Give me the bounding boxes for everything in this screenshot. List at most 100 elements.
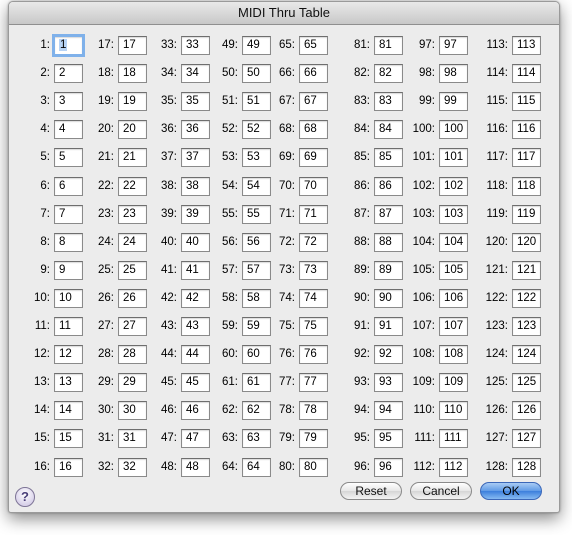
channel-input[interactable]: 106 — [439, 288, 468, 308]
channel-input[interactable]: 118 — [512, 176, 541, 196]
channel-input[interactable]: 111 — [439, 428, 468, 448]
channel-input[interactable]: 69 — [299, 147, 328, 167]
thru-table-cell: 83: 83 — [330, 91, 403, 111]
channel-input[interactable]: 116 — [512, 119, 541, 139]
thru-table-cell: 123: 123 — [468, 316, 541, 336]
channel-input[interactable]: 113 — [512, 35, 541, 55]
channel-input[interactable]: 72 — [299, 232, 328, 252]
channel-input[interactable]: 108 — [439, 344, 468, 364]
channel-input[interactable]: 119 — [512, 204, 541, 224]
channel-input[interactable]: 76 — [299, 344, 328, 364]
channel-input[interactable]: 67 — [299, 91, 328, 111]
thru-table-cell: 103: 103 — [395, 204, 468, 224]
channel-input[interactable]: 65 — [299, 35, 328, 55]
channel-label: 47: — [161, 432, 177, 444]
thru-table-cell: 5: 5 — [10, 147, 83, 167]
channel-label: 82: — [354, 67, 370, 79]
channel-input[interactable]: 97 — [439, 35, 468, 55]
channel-input[interactable]: 73 — [299, 260, 328, 280]
thru-table-cell: 74: 74 — [255, 288, 328, 308]
channel-input[interactable]: 114 — [512, 63, 541, 83]
channel-input[interactable]: 78 — [299, 400, 328, 420]
channel-label: 2: — [40, 67, 50, 79]
thru-table-cell: 81: 81 — [330, 35, 403, 55]
channel-input[interactable]: 127 — [512, 428, 541, 448]
channel-label: 90: — [354, 292, 370, 304]
channel-label: 10: — [34, 292, 50, 304]
channel-label: 6: — [40, 180, 50, 192]
thru-table-cell: 4: 4 — [10, 119, 83, 139]
channel-input[interactable]: 128 — [512, 457, 541, 477]
channel-input[interactable]: 66 — [299, 63, 328, 83]
channel-input[interactable]: 120 — [512, 232, 541, 252]
channel-input[interactable]: 79 — [299, 428, 328, 448]
channel-label: 15: — [34, 432, 50, 444]
channel-label: 96: — [354, 461, 370, 473]
thru-table-cell: 114: 114 — [468, 63, 541, 83]
channel-label: 72: — [279, 236, 295, 248]
channel-label: 7: — [40, 208, 50, 220]
ok-button[interactable]: OK — [480, 482, 542, 500]
channel-input[interactable]: 103 — [439, 204, 468, 224]
thru-table-cell: 119: 119 — [468, 204, 541, 224]
channel-input[interactable]: 70 — [299, 176, 328, 196]
thru-table-cell: 67: 67 — [255, 91, 328, 111]
channel-input[interactable]: 123 — [512, 316, 541, 336]
channel-label: 93: — [354, 376, 370, 388]
cancel-button[interactable]: Cancel — [410, 482, 472, 500]
channel-label: 56: — [222, 236, 238, 248]
channel-input[interactable]: 124 — [512, 344, 541, 364]
channel-label: 22: — [98, 180, 114, 192]
channel-label: 53: — [222, 151, 238, 163]
channel-input[interactable]: 101 — [439, 147, 468, 167]
channel-label: 127: — [485, 432, 508, 444]
channel-input[interactable]: 98 — [439, 63, 468, 83]
channel-label: 16: — [34, 461, 50, 473]
channel-input[interactable]: 117 — [512, 147, 541, 167]
channel-input[interactable]: 121 — [512, 260, 541, 280]
channel-input[interactable]: 104 — [439, 232, 468, 252]
channel-input[interactable]: 125 — [512, 372, 541, 392]
thru-table-cell: 73: 73 — [255, 260, 328, 280]
thru-table-cell: 9: 9 — [10, 260, 83, 280]
channel-label: 27: — [98, 320, 114, 332]
channel-input[interactable]: 112 — [439, 457, 468, 477]
channel-input[interactable]: 71 — [299, 204, 328, 224]
thru-table-cell: 3: 3 — [10, 91, 83, 111]
reset-button[interactable]: Reset — [340, 482, 402, 500]
help-icon[interactable]: ? — [15, 487, 35, 507]
channel-input[interactable]: 102 — [439, 176, 468, 196]
channel-input[interactable]: 115 — [512, 91, 541, 111]
channel-input[interactable]: 75 — [299, 316, 328, 336]
thru-table-cell: 84: 84 — [330, 119, 403, 139]
channel-label: 83: — [354, 95, 370, 107]
channel-label: 106: — [412, 292, 435, 304]
channel-input[interactable]: 109 — [439, 372, 468, 392]
channel-input[interactable]: 80 — [299, 457, 328, 477]
channel-label: 58: — [222, 292, 238, 304]
channel-input[interactable]: 105 — [439, 260, 468, 280]
channel-input[interactable]: 68 — [299, 119, 328, 139]
channel-label: 92: — [354, 348, 370, 360]
channel-input[interactable]: 74 — [299, 288, 328, 308]
thru-table-cell: 2: 2 — [10, 63, 83, 83]
channel-label: 80: — [279, 461, 295, 473]
channel-label: 64: — [222, 461, 238, 473]
channel-input[interactable]: 126 — [512, 400, 541, 420]
midi-thru-table-dialog: MIDI Thru Table 1: 1 2: 2 3: 3 4: 4 5: 5 6: 6 7: 7 8: 8… — [8, 1, 560, 513]
channel-input[interactable]: 110 — [439, 400, 468, 420]
channel-label: 112: — [413, 461, 435, 473]
selected-text: 1 — [59, 38, 68, 51]
channel-input[interactable]: 77 — [299, 372, 328, 392]
channel-label: 50: — [222, 67, 238, 79]
channel-label: 101: — [412, 151, 435, 163]
channel-input[interactable]: 100 — [439, 119, 468, 139]
channel-input[interactable]: 122 — [512, 288, 541, 308]
thru-table-cell: 14: 14 — [10, 400, 83, 420]
thru-table-cell: 11: 11 — [10, 316, 83, 336]
channel-input[interactable]: 99 — [439, 91, 468, 111]
thru-table-cell: 110: 110 — [395, 400, 468, 420]
channel-input[interactable]: 107 — [439, 316, 468, 336]
channel-label: 59: — [222, 320, 238, 332]
channel-label: 70: — [279, 180, 295, 192]
